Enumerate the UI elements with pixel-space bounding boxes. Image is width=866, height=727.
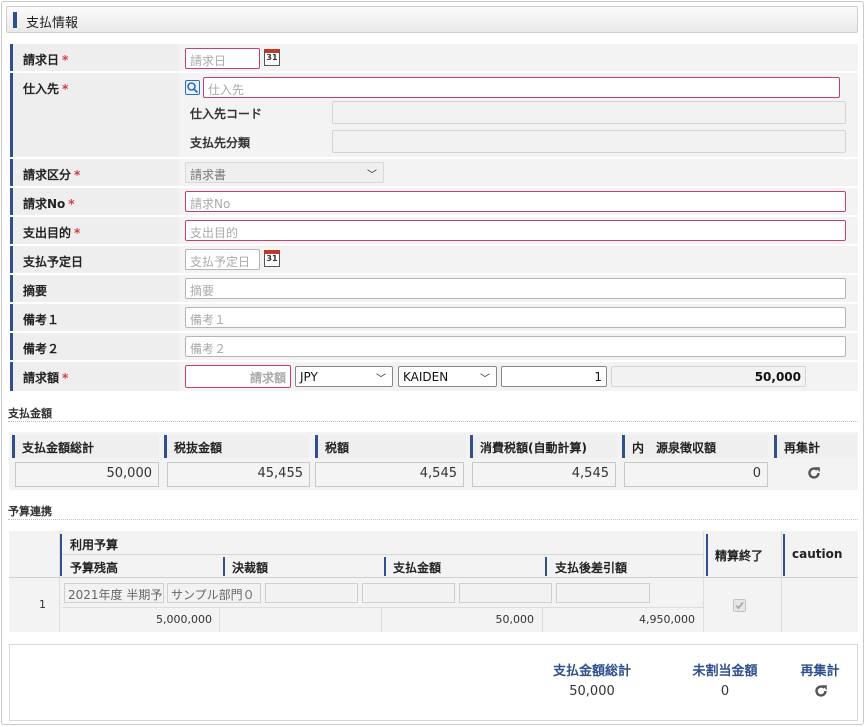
header-total-payment: 支払金額総計: [12, 435, 159, 458]
budget-field: [265, 583, 358, 603]
column-divider: [703, 531, 704, 632]
label-note2: 備考２: [10, 333, 179, 360]
payee-class-field: [332, 130, 846, 153]
header-consumption-tax: 消費税額(自動計算): [470, 435, 617, 458]
supplier-code-label: 仕入先コード: [190, 107, 263, 121]
row-divider: [62, 607, 703, 608]
header-accent-bar: [60, 534, 62, 576]
totals-payment-value: 50,000: [569, 684, 615, 699]
column-divider: [781, 531, 782, 632]
checkmark-icon: [735, 601, 744, 610]
chevron-down-icon: ﹀: [367, 170, 377, 181]
exchange-rate-input[interactable]: 1: [501, 366, 607, 387]
label-note1: 備考１: [10, 304, 179, 331]
row-number: 1: [39, 598, 46, 611]
budget-title: 予算連携: [8, 505, 52, 518]
tax-excluded-value: 45,455: [167, 462, 310, 487]
row-invoice-type: 請求区分 *: [10, 159, 858, 186]
header-accent-bar: [545, 557, 547, 576]
label-payment-date: 支払予定日: [10, 246, 179, 273]
section-divider: [8, 519, 858, 520]
currency-select[interactable]: JPY ﹀: [295, 366, 393, 387]
payment-date-input[interactable]: 支払予定日: [185, 249, 260, 270]
totals-unallocated-value: 0: [720, 684, 730, 699]
payee-class-label: 支払先分類: [190, 136, 251, 150]
row-invoice-date: 請求日 *: [10, 44, 858, 71]
consumption-tax-value: 4,545: [472, 462, 616, 487]
header-accent-bar: [706, 534, 708, 576]
invoice-date-input[interactable]: 請求日: [185, 48, 260, 69]
header-accent-bar: [13, 12, 17, 28]
section-header: 支払情報: [6, 6, 858, 33]
withholding-tax-value: 0: [624, 462, 768, 487]
tax-value: 4,545: [315, 462, 464, 487]
header-after-payment: 支払後差引額: [555, 561, 628, 575]
label-amount: 請求額 *: [10, 362, 179, 391]
budget-field: [556, 583, 650, 603]
invoice-no-input[interactable]: 請求No: [185, 191, 846, 212]
row-payment-date: 支払予定日: [10, 246, 858, 273]
header-used-budget: 利用予算: [70, 538, 119, 552]
column-divider: [219, 608, 220, 632]
section-divider: [8, 421, 858, 422]
chevron-down-icon: ﹀: [376, 374, 386, 385]
supplier-code-field: [332, 101, 846, 124]
note1-input[interactable]: 備考１: [185, 307, 846, 328]
rate-type-select[interactable]: KAIDEN ﹀: [398, 366, 497, 387]
department-field[interactable]: サンプル部門０: [167, 583, 261, 603]
budget-field: [362, 583, 455, 603]
label-summary: 摘要: [10, 275, 179, 302]
summary-input[interactable]: 摘要: [185, 278, 846, 299]
totals-panel: [9, 644, 858, 721]
table-divider: [9, 577, 858, 578]
note2-input[interactable]: 備考２: [185, 336, 846, 357]
section-title: 支払情報: [26, 16, 79, 31]
column-divider: [542, 608, 543, 632]
paid-amount-value: 50,000: [495, 613, 535, 626]
converted-amount: 50,000: [611, 366, 806, 387]
totals-label-unallocated: 未割当金額: [692, 664, 758, 679]
header-accent-bar: [783, 534, 785, 576]
totals-label-recalculate: 再集計: [800, 664, 840, 679]
header-tax: 税額: [315, 435, 466, 458]
header-recalculate: 再集計: [774, 435, 856, 458]
chevron-down-icon: ﹀: [480, 374, 490, 385]
budget-remaining-value: 5,000,000: [156, 613, 212, 626]
header-budget-remaining: 予算残高: [70, 561, 119, 575]
header-divider: [62, 554, 703, 555]
label-purpose: 支出目的 *: [10, 217, 179, 244]
total-payment-value: 50,000: [15, 462, 159, 487]
header-accent-bar: [223, 557, 225, 576]
header-approved-amount: 決裁額: [232, 561, 269, 575]
payment-amount-title: 支払金額: [8, 407, 52, 420]
label-invoice-type: 請求区分 *: [10, 159, 179, 186]
amount-input[interactable]: 請求額: [185, 365, 291, 388]
header-payment-amount: 支払金額: [393, 561, 442, 575]
supplier-input[interactable]: 仕入先: [203, 77, 840, 98]
refresh-icon[interactable]: [807, 466, 821, 480]
search-icon[interactable]: [185, 80, 200, 95]
column-divider: [381, 608, 382, 632]
budget-field: [459, 583, 552, 603]
refresh-icon[interactable]: [814, 684, 828, 698]
label-invoice-date: 請求日 *: [10, 44, 179, 71]
purpose-input[interactable]: 支出目的: [185, 220, 846, 241]
calendar-icon[interactable]: 31: [264, 250, 280, 267]
label-invoice-no: 請求No *: [10, 188, 179, 215]
invoice-type-select[interactable]: 請求書 ﹀: [185, 162, 384, 183]
header-withholding-tax: 内 源泉徴収額: [622, 435, 768, 458]
settled-checkbox[interactable]: [733, 599, 746, 612]
calendar-icon[interactable]: 31: [264, 49, 280, 66]
header-tax-excluded: 税抜金額: [164, 435, 309, 458]
label-supplier: 仕入先 *: [10, 73, 179, 157]
header-caution: caution: [792, 547, 843, 561]
after-payment-value: 4,950,000: [639, 613, 695, 626]
budget-name-field[interactable]: 2021年度 半期予: [64, 583, 164, 603]
header-settled: 精算終了: [715, 549, 764, 563]
totals-label-payment: 支払金額総計: [552, 664, 631, 679]
header-accent-bar: [384, 557, 386, 576]
